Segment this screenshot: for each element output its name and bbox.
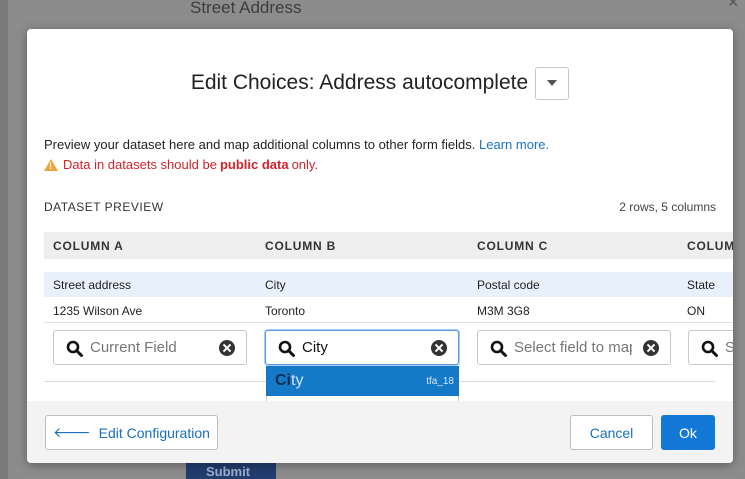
edit-configuration-label: Edit Configuration: [98, 424, 210, 441]
table-cell: ON: [687, 304, 705, 318]
warning-suffix: only.: [291, 157, 319, 172]
clear-icon[interactable]: [643, 340, 659, 356]
modal-title: Edit Choices: Address autocomplete: [190, 71, 529, 94]
warning-triangle-icon: !: [44, 158, 58, 171]
dropdown-option-rest: ty: [291, 372, 304, 389]
field-map-placeholder: Current Field: [90, 339, 177, 356]
dropdown-option-label: City: [275, 372, 303, 390]
column-header: COLUMN B: [265, 239, 337, 253]
row-count: 2 rows, 5 columns: [619, 200, 716, 214]
table-header: COLUMN A COLUMN B COLUMN C COLUMN D: [44, 232, 733, 259]
warning-bold: public data: [219, 157, 289, 172]
dropdown-option-city[interactable]: City tfa_18: [266, 366, 459, 396]
cancel-button[interactable]: Cancel: [570, 415, 653, 450]
field-map-value[interactable]: City: [302, 339, 328, 356]
modal-footer: 🡐 Edit Configuration Cancel Ok: [27, 401, 733, 463]
learn-more-link[interactable]: Learn more.: [479, 137, 549, 152]
background-street-address-label: Street Address: [190, 0, 302, 17]
search-icon: [278, 340, 295, 357]
description-text: Preview your dataset here and map additi…: [44, 137, 549, 152]
caret-down-icon: [547, 80, 558, 86]
search-icon: [490, 340, 507, 357]
field-map-placeholder: Select field to map: [514, 339, 632, 356]
dropdown-option-match: Ci: [275, 372, 291, 389]
field-map-select-c[interactable]: Select field to map: [477, 330, 671, 365]
column-header: COLUMN A: [53, 239, 124, 253]
field-map-select-a[interactable]: Current Field: [53, 330, 247, 365]
table-cell: State: [687, 278, 716, 292]
table-cell: Toronto: [265, 304, 306, 318]
table-row: Street address City Postal code State: [44, 272, 733, 297]
arrow-left-icon: 🡐: [53, 424, 91, 440]
column-header: COLUMN C: [477, 239, 549, 253]
dropdown-option-tag: tfa_18: [426, 376, 454, 387]
table-cell: 1235 Wilson Ave: [53, 304, 143, 318]
clear-icon[interactable]: [431, 340, 447, 356]
warning-prefix: Data in datasets should be: [63, 157, 217, 172]
column-header: COLUMN D: [687, 239, 733, 253]
description-body: Preview your dataset here and map additi…: [44, 137, 476, 152]
edit-choices-modal: Edit Choices: Address autocomplete Previ…: [27, 29, 733, 463]
clear-icon[interactable]: [219, 340, 235, 356]
modal-title-row: Edit Choices: Address autocomplete: [27, 65, 733, 101]
title-dropdown-button[interactable]: [535, 66, 570, 100]
search-icon: [701, 340, 718, 357]
search-icon: [66, 340, 83, 357]
edit-configuration-button[interactable]: 🡐 Edit Configuration: [45, 415, 218, 450]
public-data-warning: ! Data in datasets should be public data…: [44, 157, 318, 172]
table-row: 1235 Wilson Ave Toronto M3M 3G8 ON: [44, 298, 733, 323]
field-map-select-b[interactable]: City: [265, 330, 459, 365]
background-close-icon: ✕: [727, 0, 739, 10]
dataset-preview-heading: DATASET PREVIEW: [44, 200, 164, 214]
table-cell: M3M 3G8: [477, 304, 530, 318]
table-cell: City: [265, 278, 286, 292]
ok-button[interactable]: Ok: [661, 415, 715, 450]
table-cell: Postal code: [477, 278, 540, 292]
modal-body: Edit Choices: Address autocomplete Previ…: [27, 29, 733, 401]
table-cell: Street address: [53, 278, 132, 292]
field-map-placeholder: Select field to map: [725, 339, 733, 356]
field-map-select-d[interactable]: Select field to map: [688, 330, 733, 365]
